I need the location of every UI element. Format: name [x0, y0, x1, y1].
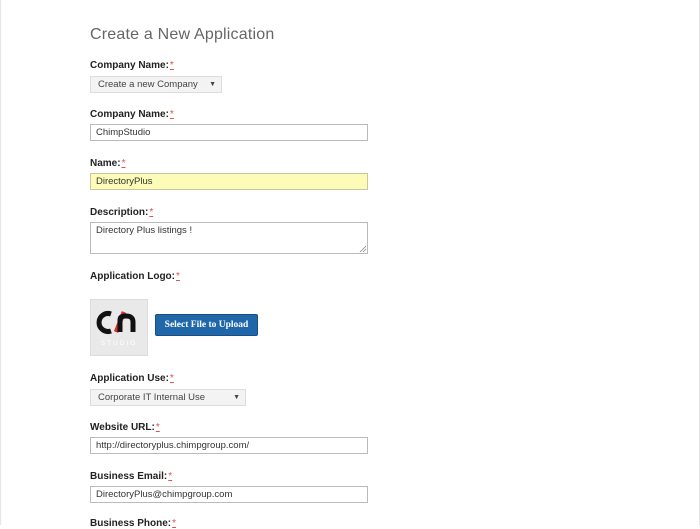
required-marker: *: [176, 271, 180, 282]
description-textarea[interactable]: Directory Plus listings !: [90, 222, 368, 254]
resize-grip-icon[interactable]: [359, 245, 366, 252]
app-use-value: Corporate IT Internal Use: [98, 392, 206, 403]
chimpstudio-logo-icon: STUDIO: [96, 311, 138, 347]
website-label-text: Website URL:: [90, 422, 155, 433]
required-marker: *: [169, 109, 174, 120]
website-label: Website URL:*: [90, 422, 160, 433]
description-label: Description:*: [90, 207, 153, 218]
business-email-input[interactable]: DirectoryPlus@chimpgroup.com: [90, 486, 368, 503]
page-title: Create a New Application: [90, 26, 275, 43]
required-marker: *: [149, 207, 154, 218]
name-input[interactable]: DirectoryPlus: [90, 173, 368, 190]
business-email-label-text: Business Email:: [90, 471, 168, 482]
company-name-label-text: Company Name:: [90, 109, 169, 120]
app-use-label: Application Use:*: [90, 373, 174, 384]
name-label-text: Name:: [90, 158, 121, 169]
business-phone-label-text: Business Phone:: [90, 518, 172, 529]
dropdown-arrow-icon: ▼: [233, 394, 240, 401]
required-marker: *: [172, 518, 177, 529]
company-select-label-text: Company Name:: [90, 60, 169, 71]
app-logo-label-text: Application Logo:: [90, 271, 175, 282]
required-marker: *: [169, 60, 174, 71]
select-file-button[interactable]: Select File to Upload: [155, 314, 258, 336]
description-value: Directory Plus listings !: [96, 225, 193, 236]
business-email-value: DirectoryPlus@chimpgroup.com: [96, 489, 233, 500]
required-marker: *: [168, 471, 173, 482]
app-use-dropdown[interactable]: Corporate IT Internal Use ▼: [90, 389, 246, 406]
company-select-dropdown[interactable]: Create a new Company ▼: [90, 76, 222, 93]
website-input[interactable]: http://directoryplus.chimpgroup.com/: [90, 437, 368, 454]
name-value: DirectoryPlus: [96, 176, 153, 187]
required-marker: *: [121, 158, 126, 169]
name-label: Name:*: [90, 158, 125, 169]
company-select-value: Create a new Company: [98, 79, 198, 90]
company-name-input[interactable]: ChimpStudio: [90, 124, 368, 141]
company-select-label: Company Name:*: [90, 60, 174, 71]
page-left-border: [0, 0, 1, 525]
svg-text:STUDIO: STUDIO: [101, 340, 138, 347]
business-email-label: Business Email:*: [90, 471, 172, 482]
app-logo-image: STUDIO: [90, 299, 148, 356]
description-label-text: Description:: [90, 207, 149, 218]
required-marker: *: [169, 373, 174, 384]
company-name-value: ChimpStudio: [96, 127, 151, 138]
website-value: http://directoryplus.chimpgroup.com/: [96, 440, 250, 451]
app-logo-label: Application Logo:*: [90, 271, 180, 282]
app-use-label-text: Application Use:: [90, 373, 169, 384]
required-marker: *: [155, 422, 160, 433]
business-phone-label: Business Phone:*: [90, 518, 176, 529]
dropdown-arrow-icon: ▼: [209, 81, 216, 88]
company-name-label: Company Name:*: [90, 109, 174, 120]
